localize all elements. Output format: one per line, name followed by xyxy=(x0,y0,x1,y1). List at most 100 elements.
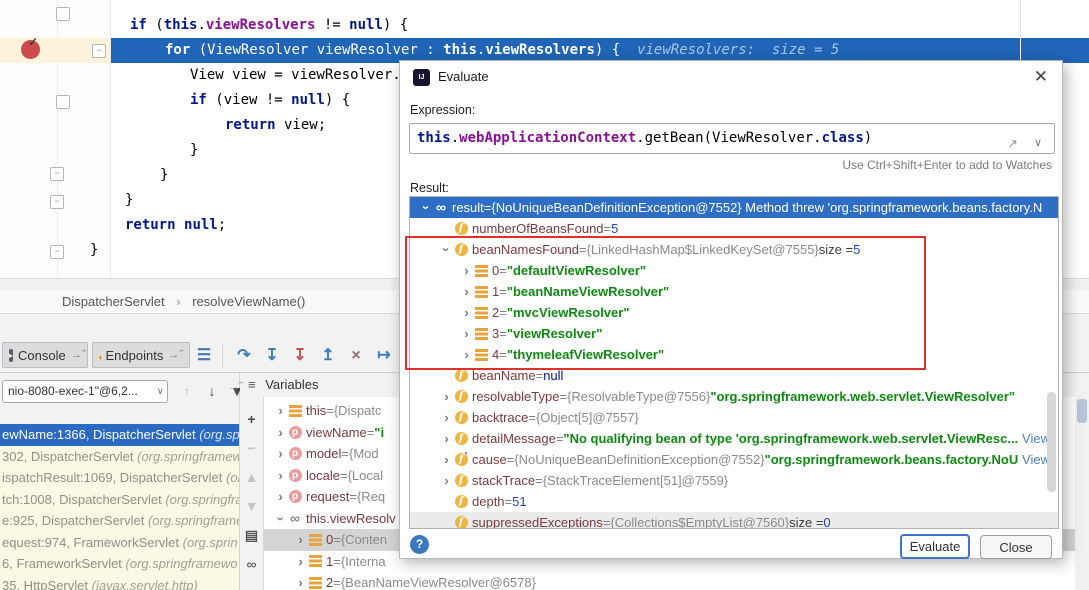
fold-marker-icon[interactable]: − xyxy=(92,44,106,58)
chevron-expanded-icon[interactable]: › xyxy=(436,243,457,256)
fold-marker-icon[interactable] xyxy=(56,95,70,109)
chevron-down-icon[interactable]: ∨ xyxy=(1034,129,1042,158)
view-link[interactable]: View xyxy=(1018,449,1050,470)
fold-marker-icon[interactable]: − xyxy=(50,245,64,259)
chevron-collapsed-icon[interactable]: › xyxy=(440,407,453,428)
chevron-collapsed-icon[interactable]: › xyxy=(274,465,287,487)
result-row[interactable]: ›fstackTrace = {StackTraceElement[51]@75… xyxy=(410,470,1058,491)
code-line[interactable]: return view; xyxy=(225,113,326,138)
close-button[interactable]: Close xyxy=(980,535,1052,559)
thread-selector[interactable]: nio-8080-exec-1"@6,2... ∨ xyxy=(2,380,168,403)
stack-frame-row[interactable]: 6, FrameworkServlet (org.springframewo xyxy=(0,553,239,575)
chevron-collapsed-icon[interactable]: › xyxy=(440,449,453,470)
chevron-expanded-icon[interactable]: › xyxy=(270,512,292,525)
result-row[interactable]: fsuppressedExceptions = {Collections$Emp… xyxy=(410,512,1058,529)
chevron-expanded-icon[interactable]: › xyxy=(416,201,437,214)
move-down-icon[interactable]: ▼ xyxy=(240,496,263,516)
result-row[interactable]: ›fbeanNamesFound = {LinkedHashMap$Linked… xyxy=(410,239,1058,260)
remove-watch-icon[interactable]: − xyxy=(240,438,263,458)
code-line[interactable]: if (this.viewResolvers != null) { xyxy=(130,13,408,38)
fold-marker-icon[interactable] xyxy=(56,7,70,21)
step-out-icon[interactable]: ↥ xyxy=(316,344,340,368)
chevron-collapsed-icon[interactable]: › xyxy=(274,422,287,444)
recursive-mark: ❜ xyxy=(465,449,468,466)
stack-frame-row[interactable]: e:925, DispatcherServlet (org.springfram… xyxy=(0,510,239,532)
result-row[interactable]: ›1 = "beanNameViewResolver" xyxy=(410,281,1058,302)
code-line[interactable]: } xyxy=(190,138,198,163)
result-row[interactable]: fnumberOfBeansFound = 5 xyxy=(410,218,1058,239)
frame-location: equest:974, FrameworkServlet xyxy=(2,535,183,550)
variable-row[interactable]: ›2 = {BeanNameViewResolver@6578} xyxy=(264,572,1089,590)
result-scrollbar-thumb[interactable] xyxy=(1047,392,1056,492)
chevron-collapsed-icon[interactable]: › xyxy=(274,400,287,422)
fold-marker-icon[interactable]: − xyxy=(50,195,64,209)
move-up-icon[interactable]: ▲ xyxy=(240,467,263,487)
code-line[interactable]: return null; xyxy=(125,213,226,238)
chevron-collapsed-icon[interactable]: › xyxy=(294,551,307,573)
code-line[interactable]: } xyxy=(90,238,98,263)
breadcrumb-class[interactable]: DispatcherServlet xyxy=(62,294,165,309)
result-row[interactable]: ›0 = "defaultViewResolver" xyxy=(410,260,1058,281)
result-row[interactable]: ›2 = "mvcViewResolver" xyxy=(410,302,1058,323)
code-line[interactable]: View view = viewResolver. xyxy=(190,63,401,88)
code-line[interactable]: if (view != null) { xyxy=(190,88,350,113)
value-type-icon xyxy=(473,328,489,340)
chevron-collapsed-icon[interactable]: › xyxy=(460,281,473,302)
tab-endpoints[interactable]: Endpoints →˝ xyxy=(92,342,190,368)
step-into-icon[interactable]: ↧ xyxy=(260,344,284,368)
step-over-icon[interactable]: ↷ xyxy=(232,344,256,368)
dialog-titlebar[interactable]: IJ Evaluate ✕ xyxy=(400,61,1062,93)
close-icon[interactable]: ✕ xyxy=(1034,67,1048,87)
stack-frame-row[interactable]: ewName:1366, DispatcherServlet (org.sp xyxy=(0,424,239,446)
scrollbar-thumb[interactable] xyxy=(1077,399,1087,423)
chevron-collapsed-icon[interactable]: › xyxy=(440,428,453,449)
stack-frame-row[interactable]: equest:974, FrameworkServlet (org.sprin xyxy=(0,532,239,554)
add-watch-icon[interactable]: + xyxy=(240,409,263,429)
run-to-cursor-icon[interactable]: ↦ xyxy=(372,344,396,368)
code-line[interactable]: } xyxy=(160,163,168,188)
result-row[interactable]: ›fbacktrace = {Object[5]@7557} xyxy=(410,407,1058,428)
menu-icon[interactable]: ≡ xyxy=(248,377,256,392)
force-step-into-icon[interactable]: ↧ xyxy=(288,344,312,368)
chevron-collapsed-icon[interactable]: › xyxy=(460,344,473,365)
result-row[interactable]: fdepth = 51 xyxy=(410,491,1058,512)
help-icon[interactable]: ? xyxy=(410,535,429,554)
code-line[interactable]: } xyxy=(125,188,133,213)
result-row[interactable]: ›fdetailMessage = "No qualifying bean of… xyxy=(410,428,1058,449)
result-row[interactable]: ›f❜cause = {NoUniqueBeanDefinitionExcept… xyxy=(410,449,1058,470)
chevron-collapsed-icon[interactable]: › xyxy=(440,470,453,491)
chevron-collapsed-icon[interactable]: › xyxy=(440,386,453,407)
layout-menu-icon[interactable]: ☰ xyxy=(192,344,216,368)
pin-icon[interactable]: →˝ xyxy=(228,375,243,399)
stack-frame-row[interactable]: 35, HttpServlet (javax.servlet.http) xyxy=(0,575,239,590)
result-row[interactable]: ›fresolvableType = {ResolvableType@7556}… xyxy=(410,386,1058,407)
result-row[interactable]: ›∞result = {NoUniqueBeanDefinitionExcept… xyxy=(410,197,1058,218)
chevron-collapsed-icon[interactable]: › xyxy=(294,572,307,590)
chevron-collapsed-icon[interactable]: › xyxy=(274,486,287,508)
chevron-collapsed-icon[interactable]: › xyxy=(460,302,473,323)
duplicate-icon[interactable]: ▤ xyxy=(240,525,263,545)
chevron-collapsed-icon[interactable]: › xyxy=(294,529,307,551)
result-row[interactable]: fbeanName = null xyxy=(410,365,1058,386)
result-row[interactable]: ›4 = "thymeleafViewResolver" xyxy=(410,344,1058,365)
drop-frame-icon[interactable]: × xyxy=(344,344,368,368)
tab-console[interactable]: ▸ Console →˝ xyxy=(2,342,88,368)
view-link[interactable]: View xyxy=(1018,428,1050,449)
frame-up-icon[interactable]: ↑ xyxy=(176,380,198,402)
variables-scrollbar[interactable] xyxy=(1075,397,1089,590)
expand-icon[interactable]: ↗ xyxy=(1007,129,1018,158)
frame-down-icon[interactable]: ↓ xyxy=(201,380,223,402)
expression-input[interactable]: this.webApplicationContext.getBean(ViewR… xyxy=(409,123,1055,154)
chevron-collapsed-icon[interactable]: › xyxy=(460,260,473,281)
fold-marker-icon[interactable]: − xyxy=(50,167,64,181)
stack-frame-row[interactable]: 302, DispatcherServlet (org.springframew xyxy=(0,446,239,468)
chevron-collapsed-icon[interactable]: › xyxy=(274,443,287,465)
evaluate-button[interactable]: Evaluate xyxy=(900,534,970,559)
result-row[interactable]: ›3 = "viewResolver" xyxy=(410,323,1058,344)
stack-frame-row[interactable]: tch:1008, DispatcherServlet (org.springf… xyxy=(0,489,239,511)
watches-icon[interactable]: ∞ xyxy=(240,554,263,574)
stack-frame-row[interactable]: ispatchResult:1069, DispatcherServlet (o… xyxy=(0,467,239,489)
breakpoint-icon[interactable]: ✓ xyxy=(21,40,40,59)
breadcrumb-method[interactable]: resolveViewName() xyxy=(192,294,305,309)
chevron-collapsed-icon[interactable]: › xyxy=(460,323,473,344)
